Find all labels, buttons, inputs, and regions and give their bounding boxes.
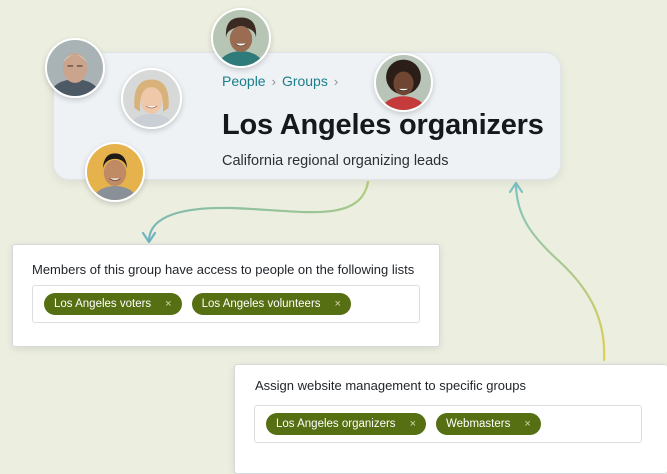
tag-los-angeles-voters[interactable]: Los Angeles voters × [44,293,182,315]
breadcrumb-groups-link[interactable]: Groups [282,73,328,89]
tag-los-angeles-volunteers[interactable]: Los Angeles volunteers × [191,293,351,315]
list-access-label: Members of this group have access to peo… [32,262,415,277]
tag-label: Webmasters [446,418,511,430]
close-icon[interactable]: × [524,418,530,430]
website-management-tag-input[interactable]: Los Angeles organizers × Webmasters × [254,405,642,443]
connector-website-to-group [514,184,606,362]
breadcrumb-people-link[interactable]: People [222,73,266,89]
chevron-right-icon: › [333,73,339,89]
avatar-woman-teal-top [211,8,271,68]
tag-webmasters[interactable]: Webmasters × [436,413,541,435]
breadcrumb: People › Groups › [222,73,338,89]
list-access-tag-input[interactable]: Los Angeles voters × Los Angeles volunte… [32,285,420,323]
chevron-right-icon: › [271,73,276,89]
tag-los-angeles-organizers[interactable]: Los Angeles organizers × [266,413,426,435]
close-icon[interactable]: × [335,298,341,310]
avatar-older-man [45,38,105,98]
avatar-blonde-woman [121,68,182,129]
tag-label: Los Angeles voters [54,298,152,310]
arrow-head-group [508,181,524,194]
tag-label: Los Angeles organizers [276,418,396,430]
arrow-head-lists [141,231,157,244]
website-management-panel: Assign website management to specific gr… [234,364,667,474]
close-icon[interactable]: × [410,418,416,430]
website-management-label: Assign website management to specific gr… [255,378,526,393]
page-title: Los Angeles organizers [222,109,544,141]
group-description: California regional organizing leads [222,153,449,169]
avatar-man-gray-shirt [85,142,145,202]
close-icon[interactable]: × [165,298,171,310]
avatar-woman-red-top [374,53,433,112]
tag-label: Los Angeles volunteers [201,298,321,310]
list-access-panel: Members of this group have access to peo… [12,244,440,347]
connector-group-to-lists [147,180,370,242]
